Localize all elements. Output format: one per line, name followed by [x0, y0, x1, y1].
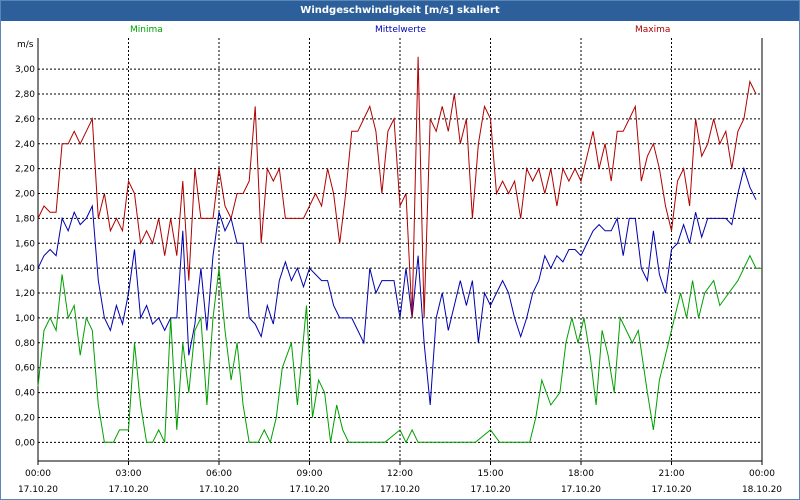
y-tick-label: 0,80	[15, 339, 35, 349]
y-tick-label: 2,20	[15, 165, 35, 175]
y-tick-label: 1,60	[15, 239, 35, 249]
x-tick-date: 17.10.20	[470, 485, 510, 495]
y-tick-label: 0,20	[15, 413, 35, 423]
x-tick-time: 00:00	[25, 469, 51, 479]
x-tick-date: 17.10.20	[651, 485, 691, 495]
y-tick-label: 0,60	[15, 364, 35, 374]
y-tick-label: 2,00	[15, 190, 35, 200]
y-tick-label: 2,80	[15, 90, 35, 100]
y-tick-label: 1,80	[15, 214, 35, 224]
chart-plot: 0,00 0,20 0,40 0,60 0,80 1,00 1,20 1,40 1,60 1,80…	[15, 38, 782, 495]
y-tick-label: 1,00	[15, 314, 35, 324]
x-tick-time: 09:00	[297, 469, 323, 479]
y-tick-label: 0,40	[15, 389, 35, 399]
x-tick-date: 17.10.20	[289, 485, 329, 495]
y-tick-label: 2,60	[15, 115, 35, 125]
y-tick-label: 2,40	[15, 140, 35, 150]
x-tick-date: 17.10.20	[561, 485, 601, 495]
x-tick-date: 17.10.20	[199, 485, 239, 495]
series-line-maxima	[37, 56, 757, 318]
x-tick-time: 15:00	[478, 469, 504, 479]
x-tick-time: 21:00	[659, 469, 685, 479]
x-tick-time: 06:00	[206, 469, 232, 479]
y-tick-label: 3,00	[15, 65, 35, 75]
y-tick-label: 1,40	[15, 264, 35, 274]
x-tick-date: 17.10.20	[18, 485, 58, 495]
y-tick-label: 1,20	[15, 289, 35, 299]
y-tick-label: 0,00	[15, 438, 35, 448]
x-tick-date: 17.10.20	[108, 485, 148, 495]
x-tick-date: 18.10.20	[742, 485, 782, 495]
series-line-mittelwerte	[37, 166, 757, 406]
x-tick-date: 17.10.20	[380, 485, 420, 495]
x-tick-time: 03:00	[116, 469, 142, 479]
x-tick-time: 18:00	[568, 469, 594, 479]
x-tick-time: 00:00	[749, 469, 775, 479]
x-tick-time: 12:00	[387, 469, 413, 479]
